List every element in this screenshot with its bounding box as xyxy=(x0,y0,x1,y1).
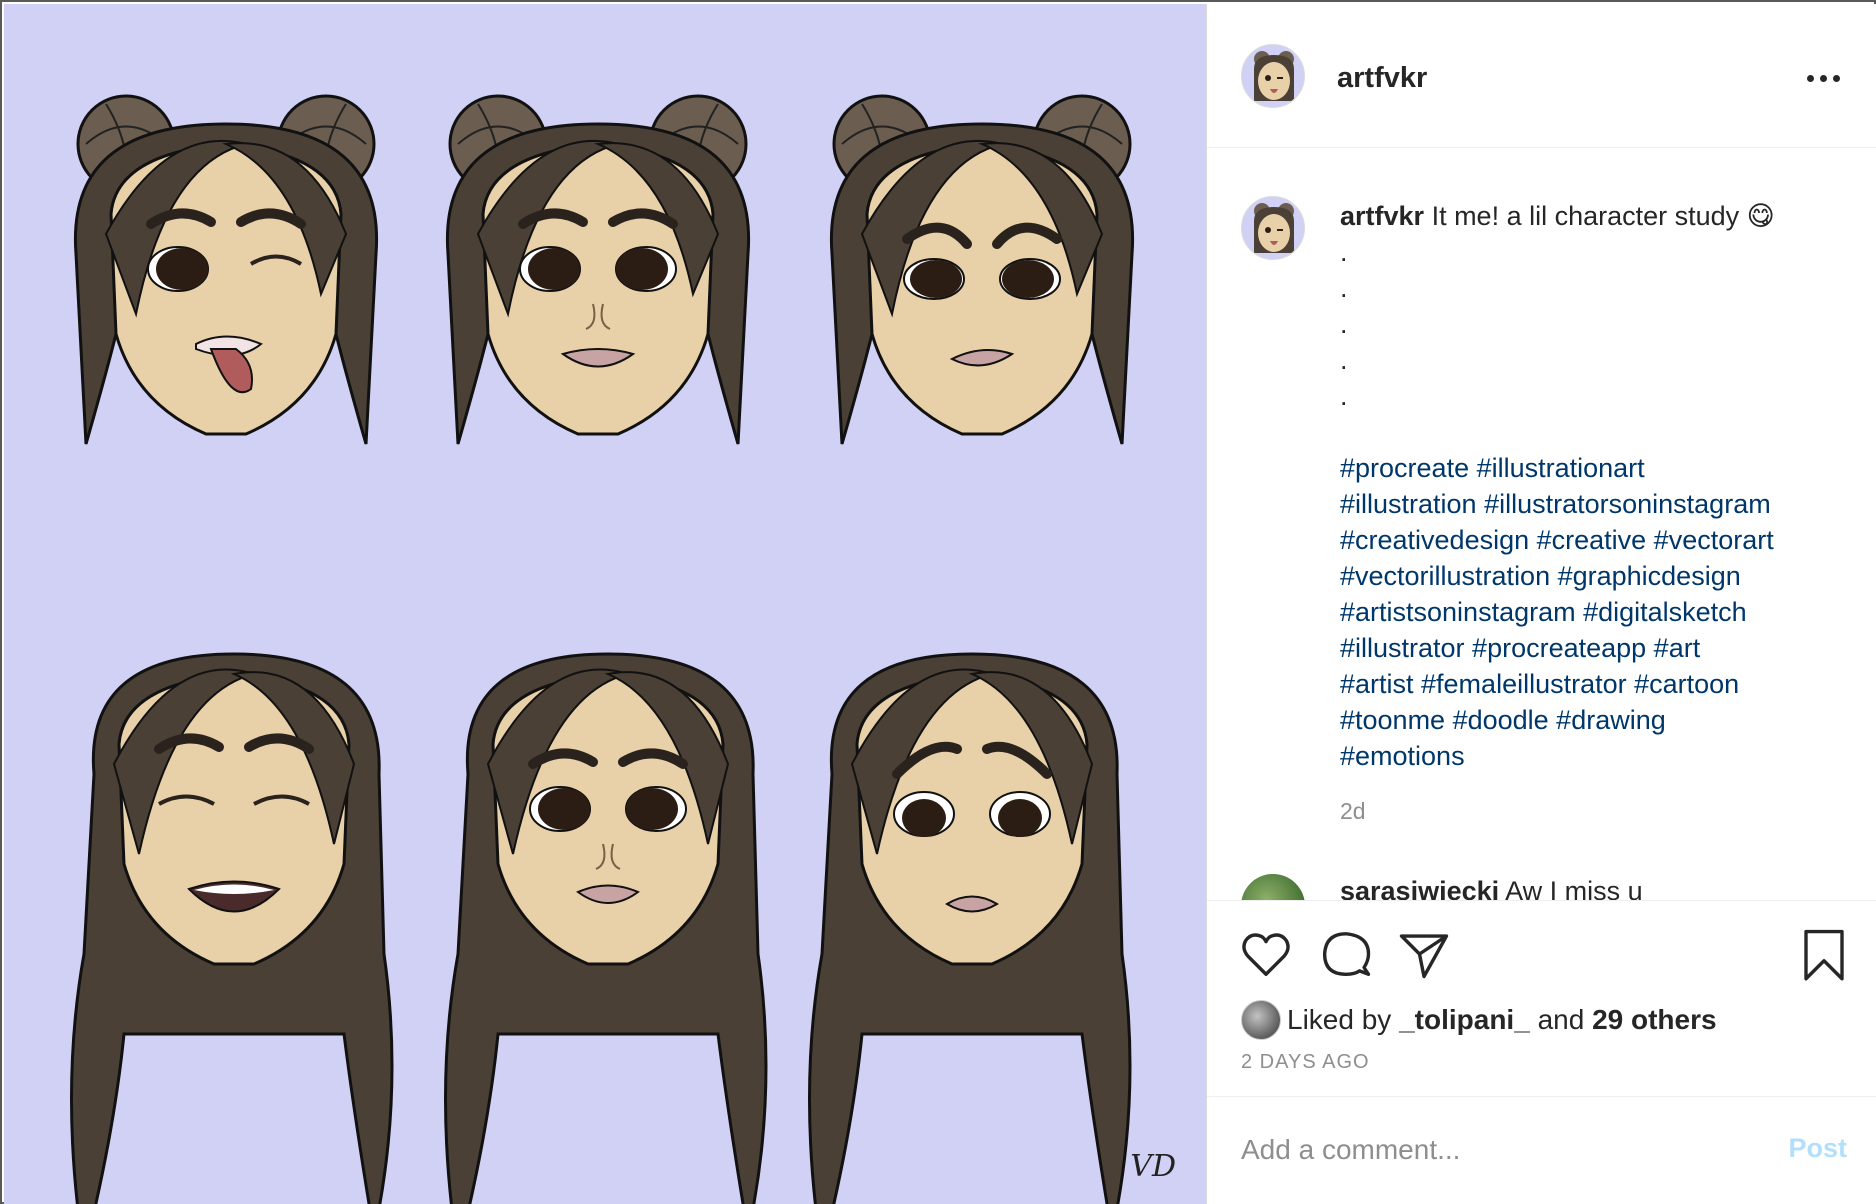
more-options-icon[interactable] xyxy=(1803,66,1843,90)
post-header: artfvkr xyxy=(1207,4,1876,148)
comment-item: sarasiwiecki Aw I miss u xyxy=(1241,874,1861,900)
post-image[interactable]: VD xyxy=(4,4,1206,1204)
hashtag-line[interactable]: #illustrator #procreateapp #art xyxy=(1340,633,1700,663)
commenter-avatar[interactable] xyxy=(1241,874,1305,900)
caption-author-avatar[interactable] xyxy=(1241,196,1305,260)
author-avatar[interactable] xyxy=(1241,44,1305,108)
dot xyxy=(1832,74,1840,82)
caption-dots: . . . . . xyxy=(1340,234,1850,414)
add-comment-bar: Post xyxy=(1207,1096,1876,1204)
commenter-username[interactable]: sarasiwiecki xyxy=(1340,876,1499,900)
comments-section[interactable]: artfvkr It me! a lil character study 😋 .… xyxy=(1207,148,1876,900)
caption-dot: . xyxy=(1340,381,1348,411)
hashtag-line[interactable]: #artist #femaleillustrator #cartoon xyxy=(1340,669,1739,699)
post-date[interactable]: 2 DAYS AGO xyxy=(1241,1051,1370,1074)
comment-icon[interactable] xyxy=(1319,927,1373,981)
comment-input[interactable] xyxy=(1241,1127,1741,1173)
hashtag-line[interactable]: #vectorillustration #graphicdesign xyxy=(1340,561,1741,591)
author-avatar-image xyxy=(1254,51,1294,101)
caption-avatar-image xyxy=(1254,203,1294,253)
caption-dot: . xyxy=(1340,309,1348,339)
post-sidebar: artfvkr artfvkr It me! a lil character s… xyxy=(1206,4,1876,1204)
hashtag-line[interactable]: #procreate #illustrationart xyxy=(1340,453,1645,483)
hashtag-line[interactable]: #artistsoninstagram #digitalsketch xyxy=(1340,597,1747,627)
post-caption: artfvkr It me! a lil character study 😋 .… xyxy=(1340,198,1850,774)
caption-dot: . xyxy=(1340,273,1348,303)
share-icon[interactable] xyxy=(1397,927,1451,981)
artist-signature: VD xyxy=(1130,1149,1176,1184)
liker-username[interactable]: _tolipani_ xyxy=(1399,1004,1530,1036)
hashtag-line[interactable]: #illustration #illustratorsoninstagram xyxy=(1340,489,1771,519)
bookmark-icon[interactable] xyxy=(1797,927,1851,981)
hashtag-line[interactable]: #emotions xyxy=(1340,741,1465,771)
caption-dot: . xyxy=(1340,345,1348,375)
hashtag-line[interactable]: #creativedesign #creative #vectorart xyxy=(1340,525,1774,555)
post-window: VD artfvkr artfvkr It me! a lil characte… xyxy=(0,0,1876,1204)
likes-middle: and xyxy=(1537,1004,1585,1035)
author-username[interactable]: artfvkr xyxy=(1337,62,1427,95)
likes-others[interactable]: 29 others xyxy=(1592,1004,1717,1036)
dot xyxy=(1819,74,1827,82)
likes-summary: Liked by _tolipani_ and 29 others xyxy=(1241,999,1717,1041)
caption-text: It me! a lil character study 😋 xyxy=(1431,201,1775,231)
caption-timestamp[interactable]: 2d xyxy=(1340,798,1366,825)
character-study-illustration xyxy=(70,94,1135,1204)
hashtag-line[interactable]: #toonme #doodle #drawing xyxy=(1340,705,1666,735)
liker-avatar[interactable] xyxy=(1241,1000,1281,1040)
comment-text: sarasiwiecki Aw I miss u xyxy=(1340,876,1643,900)
post-actions: Liked by _tolipani_ and 29 others 2 DAYS… xyxy=(1207,900,1876,1096)
dot xyxy=(1806,74,1814,82)
heart-icon[interactable] xyxy=(1239,927,1293,981)
hashtags: #procreate #illustrationart #illustratio… xyxy=(1340,450,1850,774)
caption-dot: . xyxy=(1340,237,1348,267)
caption-username[interactable]: artfvkr xyxy=(1340,201,1424,231)
comment-body: Aw I miss u xyxy=(1505,876,1643,900)
post-comment-button[interactable]: Post xyxy=(1788,1133,1847,1164)
likes-prefix: Liked by xyxy=(1287,1004,1392,1035)
